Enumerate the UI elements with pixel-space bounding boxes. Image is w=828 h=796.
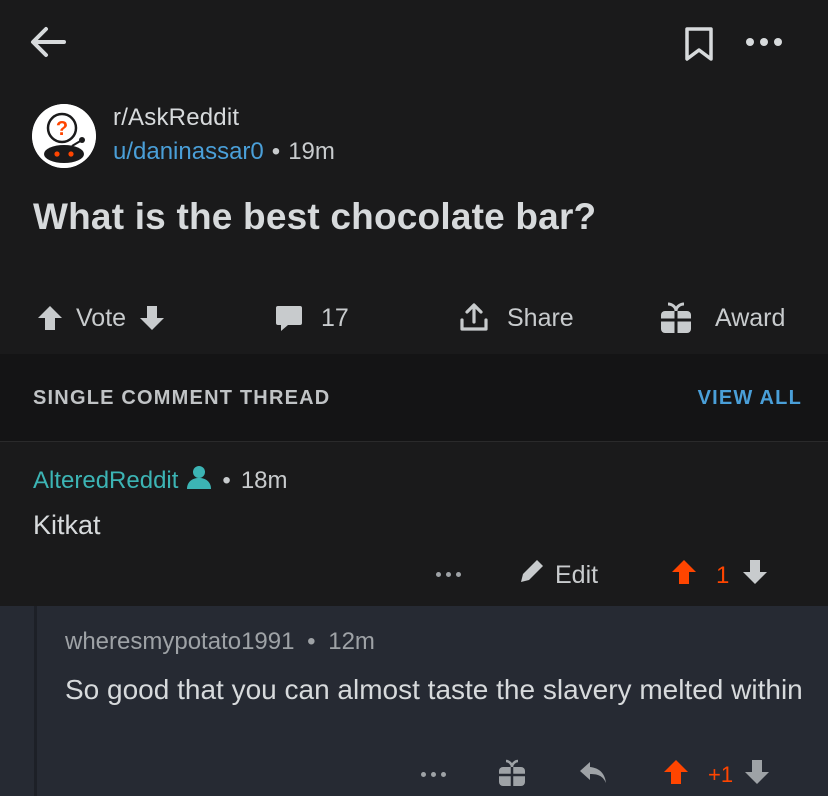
post-author[interactable]: u/daninassar0 [113, 138, 264, 165]
reply-vote-control: +1 [662, 758, 771, 792]
back-arrow-icon[interactable] [26, 20, 70, 64]
svg-text:?: ? [56, 118, 68, 140]
award-label: Award [715, 303, 786, 332]
comments-button[interactable]: 17 [274, 298, 349, 338]
reply-comment: wheresmypotato1991 • 12m So good that yo… [0, 606, 828, 796]
comment: AlteredReddit • 18m Kitkat Edit 1 [0, 442, 828, 606]
comment-vote-control: 1 [670, 558, 769, 593]
gift-icon [658, 300, 694, 336]
post-actions: Vote 17 Share Award [0, 286, 828, 346]
meta-separator: • [271, 138, 281, 165]
top-bar [0, 0, 828, 90]
post-time: 19m [288, 138, 335, 165]
post: ? r/AskReddit u/daninassar0 • 19m What is … [0, 90, 828, 354]
downvote-arrow-icon[interactable] [741, 558, 769, 593]
reply-actions: +1 [0, 754, 828, 796]
downvote-arrow-icon[interactable] [138, 304, 166, 332]
upvote-arrow-icon[interactable] [670, 558, 698, 593]
upvote-arrow-icon[interactable] [662, 758, 690, 792]
comment-score: 1 [716, 561, 730, 589]
subreddit-avatar[interactable]: ? [32, 104, 96, 168]
vote-control: Vote [36, 298, 166, 338]
reply-author[interactable]: wheresmypotato1991 [65, 628, 294, 655]
view-all-link[interactable]: VIEW ALL [698, 387, 802, 410]
reply-time: 12m [328, 628, 375, 655]
thread-header: SINGLE COMMENT THREAD VIEW ALL [0, 354, 828, 442]
comment-meta: AlteredReddit • 18m [33, 464, 288, 497]
post-title: What is the best chocolate bar? [33, 196, 597, 237]
share-button[interactable]: Share [458, 298, 574, 338]
comment-author[interactable]: AlteredReddit [33, 467, 178, 495]
thread-label: SINGLE COMMENT THREAD [33, 387, 331, 409]
edit-button[interactable]: Edit [517, 558, 598, 593]
comment-body: Kitkat [33, 510, 101, 540]
comment-time: 18m [240, 466, 288, 494]
comment-bubble-icon [274, 303, 304, 333]
comment-actions: Edit 1 [0, 554, 828, 600]
reply-separator: • [307, 628, 316, 655]
more-options-icon[interactable] [741, 30, 787, 54]
comment-more-icon[interactable] [436, 572, 461, 577]
reply-award-gift-icon[interactable] [497, 758, 527, 793]
pencil-icon [517, 558, 545, 593]
comments-count: 17 [321, 303, 349, 332]
bookmark-icon[interactable] [680, 24, 718, 64]
share-icon [458, 302, 490, 334]
vote-label: Vote [76, 303, 127, 332]
share-label: Share [507, 303, 574, 332]
award-button[interactable]: Award [658, 298, 785, 338]
downvote-arrow-icon[interactable] [743, 758, 771, 792]
upvote-arrow-icon[interactable] [36, 304, 64, 332]
op-user-icon [186, 464, 212, 497]
edit-label: Edit [555, 561, 599, 589]
post-meta: u/daninassar0 • 19m [113, 138, 335, 166]
reply-meta: wheresmypotato1991 • 12m [65, 628, 375, 656]
reply-score: +1 [708, 762, 734, 787]
reply-arrow-icon[interactable] [578, 760, 608, 791]
reply-body: So good that you can almost taste the sl… [65, 674, 803, 705]
reply-more-icon[interactable] [421, 772, 446, 777]
comment-separator: • [222, 466, 231, 494]
subreddit-name[interactable]: r/AskReddit [113, 104, 239, 132]
